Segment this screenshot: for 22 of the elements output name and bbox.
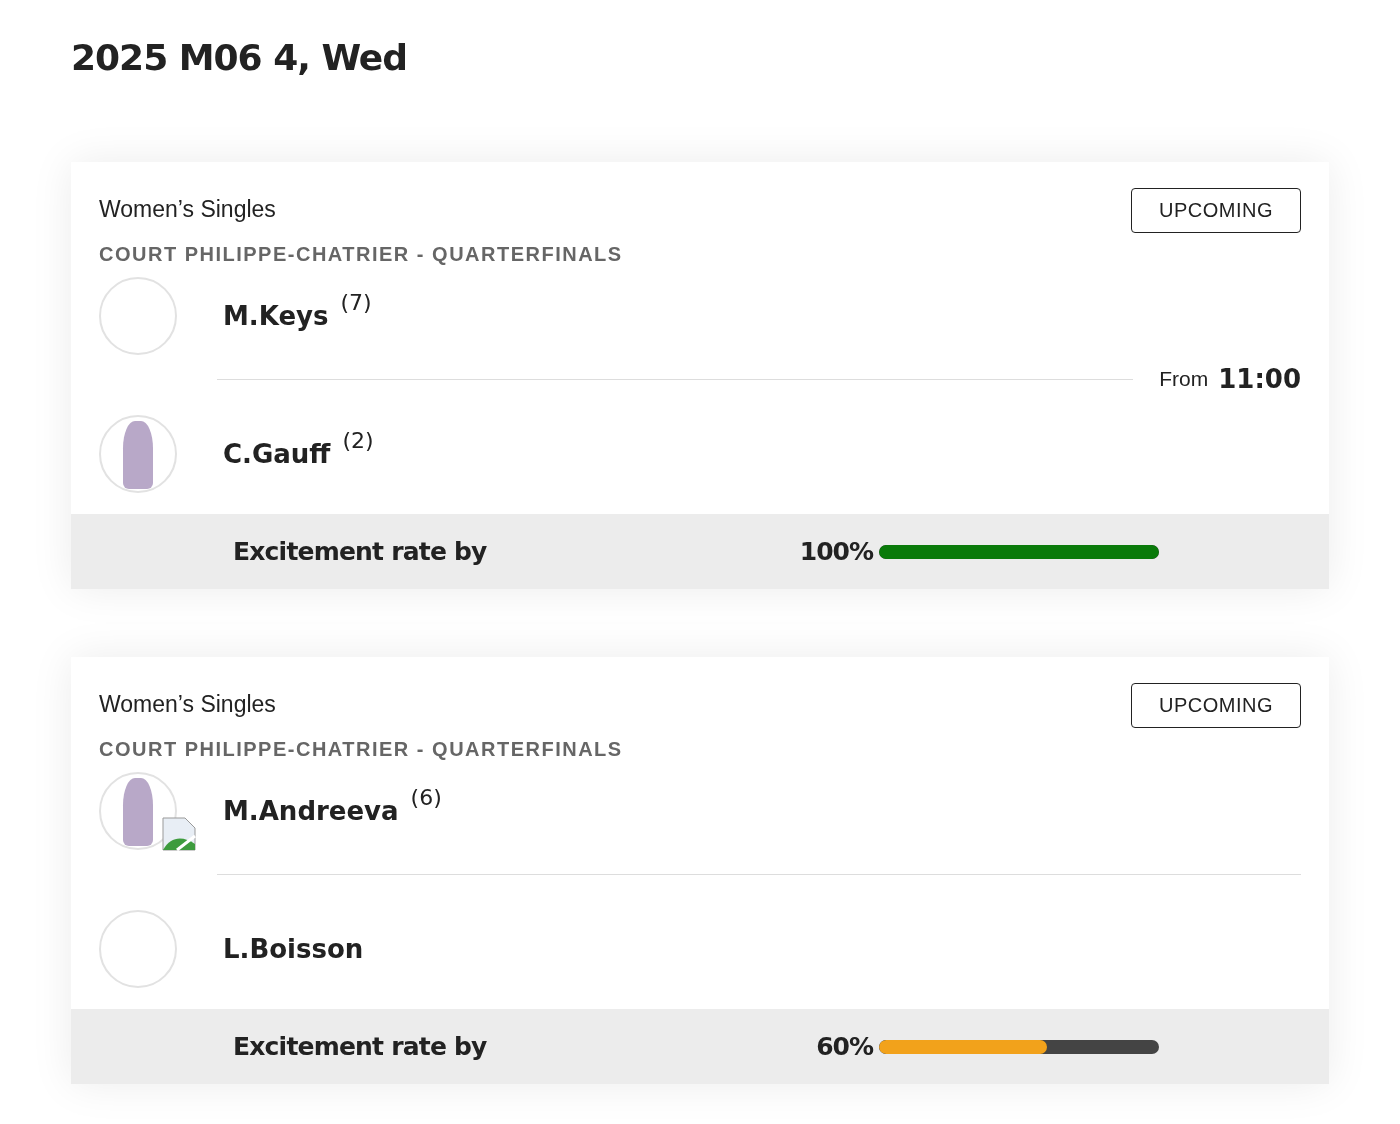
player-name: M.Keys — [223, 301, 329, 331]
player-seed: (7) — [340, 290, 372, 315]
court-round: COURT PHILIPPE-CHATRIER - QUARTERFINALS — [99, 243, 624, 266]
event-name: Women’s Singles — [99, 196, 276, 223]
excitement-reading: 60% — [815, 1032, 873, 1061]
court-round: COURT PHILIPPE-CHATRIER - QUARTERFINALS — [99, 738, 624, 761]
status-button[interactable]: UPCOMING — [1131, 683, 1301, 728]
player-seed: (6) — [410, 785, 442, 810]
player-seed: (2) — [342, 428, 374, 453]
player-name: L.Boisson — [223, 934, 364, 964]
photo-placeholder — [123, 778, 153, 846]
player-name: M.Andreeva — [223, 796, 399, 826]
excitement-label: Excitement rate by — [233, 537, 488, 566]
excitement-reading: 100% — [798, 537, 873, 566]
photo-placeholder — [123, 421, 153, 489]
date-heading: 2025 M06 4, Wed — [71, 36, 409, 80]
excitement-label: Excitement rate by — [233, 1032, 488, 1061]
event-name: Women’s Singles — [99, 691, 276, 718]
match-time: 11:00 — [1218, 364, 1301, 394]
status-button[interactable]: UPCOMING — [1131, 188, 1301, 233]
player-name: C.Gauff — [223, 439, 331, 469]
time-label: From — [1159, 367, 1209, 391]
